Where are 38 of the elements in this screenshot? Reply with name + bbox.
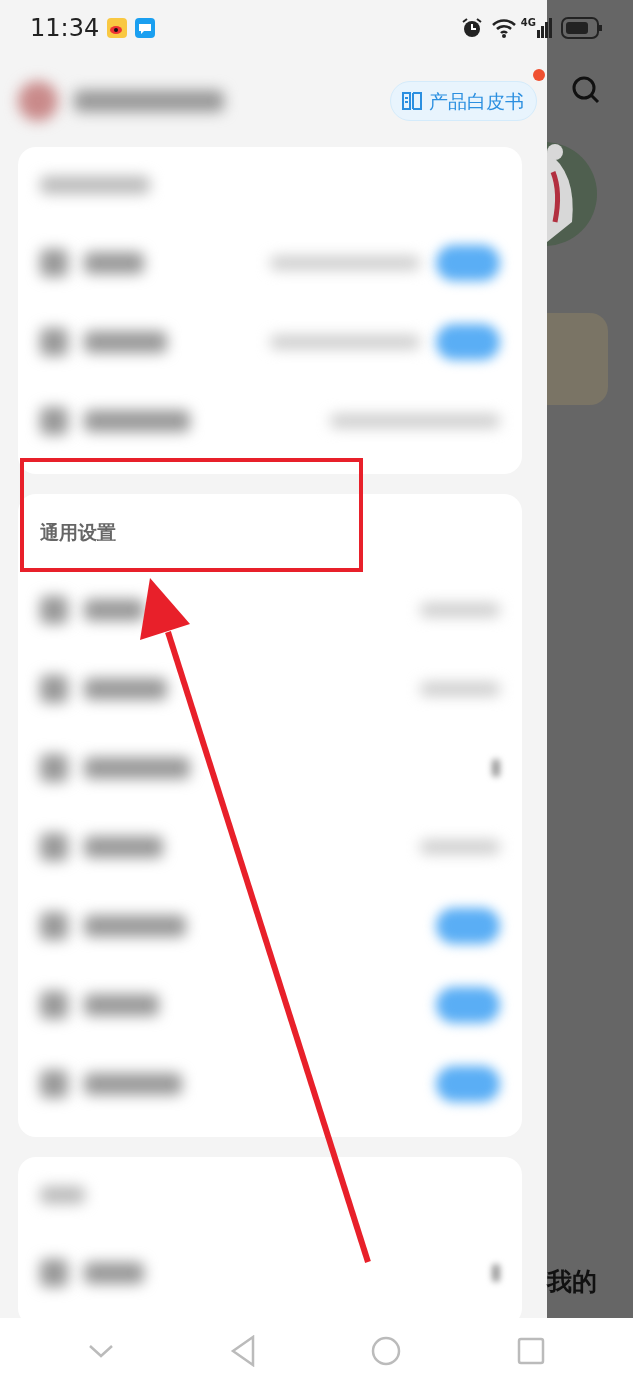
blurred-icon <box>40 674 68 703</box>
blurred-icon <box>40 406 68 435</box>
toggle-switch[interactable] <box>436 907 500 944</box>
blurred-text <box>84 251 144 274</box>
blurred-icon <box>40 832 68 861</box>
recents-icon[interactable] <box>517 1336 546 1365</box>
toggle-switch[interactable] <box>436 1065 500 1102</box>
toggle-switch[interactable] <box>436 244 500 281</box>
search-icon[interactable] <box>571 75 601 105</box>
blurred-icon <box>40 1069 68 1098</box>
avatar <box>18 81 58 121</box>
blurred-icon <box>492 758 500 777</box>
toggle-switch[interactable] <box>436 986 500 1023</box>
blurred-icon <box>40 911 68 940</box>
toggle-switch[interactable] <box>436 323 500 360</box>
blurred-icon <box>40 248 68 277</box>
alarm-icon <box>460 16 483 39</box>
battery-icon <box>561 16 603 39</box>
section-title: 通用设置 <box>40 519 116 545</box>
blurred-icon <box>40 990 68 1019</box>
blurred-text <box>84 598 144 621</box>
blurred-text <box>84 1261 144 1284</box>
blurred-icon <box>40 1258 68 1287</box>
chevron-down-icon[interactable] <box>87 1343 114 1358</box>
clock: 11:34 <box>30 12 100 44</box>
blurred-icon <box>40 595 68 624</box>
signal-icon <box>537 17 553 38</box>
network-label: 4G <box>520 16 536 30</box>
wifi-icon <box>490 17 517 38</box>
blurred-text <box>40 1186 85 1204</box>
blurred-icon <box>40 327 68 356</box>
whitepaper-button[interactable]: 产品白皮书 <box>390 80 537 122</box>
blurred-icon <box>492 1263 500 1282</box>
blurred-icon <box>40 753 68 782</box>
book-icon <box>401 91 423 111</box>
tab-label[interactable]: 我的 <box>547 1263 597 1301</box>
home-icon[interactable] <box>371 1335 402 1366</box>
back-icon[interactable] <box>229 1334 256 1367</box>
